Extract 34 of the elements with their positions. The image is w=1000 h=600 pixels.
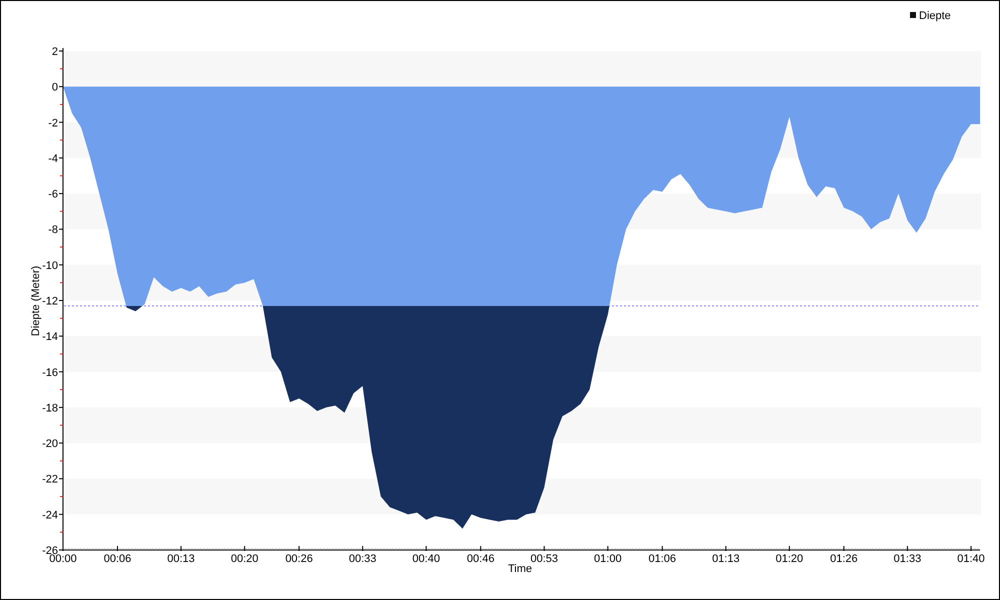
legend-label: Diepte xyxy=(919,10,951,22)
x-tick-label: 01:06 xyxy=(648,553,676,565)
y-axis-title: Diepte (Meter) xyxy=(30,266,42,336)
y-tick-label: -4 xyxy=(48,152,58,165)
y-tick-label: 0 xyxy=(52,82,58,94)
x-tick-label: 00:53 xyxy=(530,553,558,565)
x-tick-label: 01:40 xyxy=(957,553,985,565)
y-tick-label: -24 xyxy=(42,509,58,522)
y-tick-label: -14 xyxy=(42,331,58,344)
x-tick-label: 00:46 xyxy=(466,553,494,565)
y-tick-label: -22 xyxy=(42,474,58,486)
x-tick-label: 01:20 xyxy=(776,553,804,565)
y-tick-label: -10 xyxy=(42,260,58,272)
x-tick-label: 01:00 xyxy=(594,553,622,565)
x-tick-label: 01:33 xyxy=(894,553,922,565)
y-tick-label: 2 xyxy=(52,46,58,58)
x-axis-title: Time xyxy=(508,563,532,575)
y-tick-label: -20 xyxy=(42,438,58,450)
x-tick-label: 00:20 xyxy=(230,553,258,565)
y-tick-label: -6 xyxy=(48,188,58,201)
x-tick-label: 01:13 xyxy=(712,553,740,565)
y-tick-label: -12 xyxy=(42,296,58,308)
x-tick-label: 00:13 xyxy=(167,553,195,565)
y-tick-label: -18 xyxy=(42,402,58,414)
y-tick-label: -8 xyxy=(48,224,58,236)
y-tick-label: -16 xyxy=(42,366,58,379)
x-tick-label: 00:06 xyxy=(104,553,132,565)
x-tick-label: 00:00 xyxy=(49,553,77,565)
legend-swatch xyxy=(910,12,916,18)
x-tick-label: 00:40 xyxy=(412,553,440,565)
y-tick-label: -2 xyxy=(48,117,58,130)
x-tick-label: 00:26 xyxy=(285,553,313,565)
x-tick-label: 00:33 xyxy=(348,553,376,565)
x-tick-label: 01:26 xyxy=(830,553,858,565)
